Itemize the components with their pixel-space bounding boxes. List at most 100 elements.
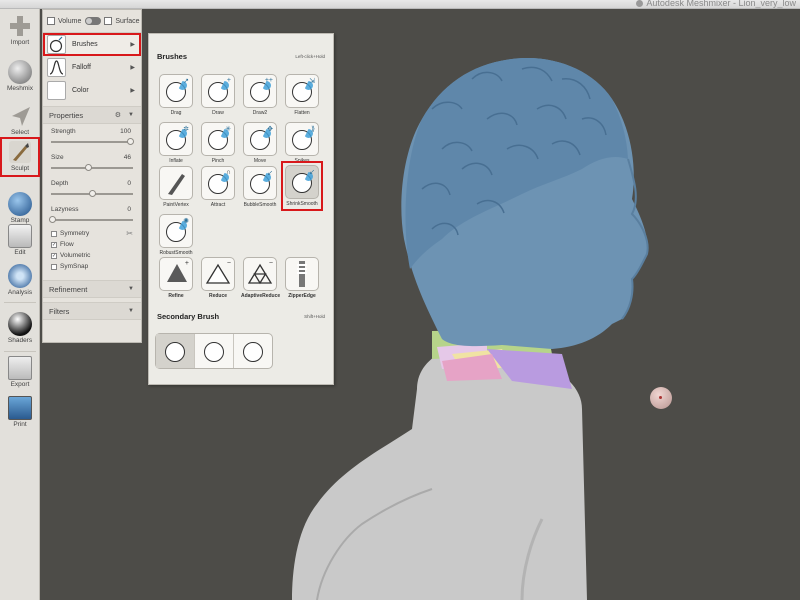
strength-slider[interactable]: Strength 100 (43, 124, 141, 150)
slider-track[interactable] (51, 219, 133, 221)
secondary-brush-shrinksmooth[interactable] (195, 334, 234, 368)
symmetry-label: Symmetry (60, 230, 90, 237)
lazyness-label: Lazyness (51, 206, 79, 213)
brushes-title: Brushes (157, 52, 188, 61)
lazyness-slider[interactable]: Lazyness 0 (43, 202, 141, 228)
pinch-brush-icon: ✳ (201, 122, 235, 156)
brush-robustsmooth[interactable]: ✺ RobustSmooth (157, 214, 195, 262)
brush-label: Drag (170, 110, 182, 116)
toolbar-divider (4, 351, 36, 352)
brush-reduce[interactable]: − Reduce (199, 257, 237, 305)
volume-surface-switch[interactable]: Volume Surface (43, 10, 141, 33)
sculpt-panel: Volume Surface Brushes ▶ Falloff ▶ Color… (42, 9, 142, 343)
volumetric-checkbox[interactable]: ✓ Volumetric (43, 250, 141, 261)
toolbar-print[interactable]: Print (0, 393, 40, 433)
symsnap-checkbox[interactable]: SymSnap (43, 261, 141, 272)
checkbox-box[interactable]: ✓ (51, 241, 57, 248)
chevron-right-icon: ▶ (130, 42, 135, 48)
toolbar-import[interactable]: Import (0, 11, 40, 51)
color-selector[interactable]: Color ▶ (43, 79, 141, 102)
symmetry-checkbox[interactable]: Symmetry ✂ (43, 228, 141, 239)
brush-label: PaintVertex (163, 202, 189, 208)
slider-handle[interactable] (89, 190, 96, 197)
refinement-header[interactable]: Refinement ▼ (43, 280, 141, 298)
robustsmooth-brush-icon (243, 342, 263, 362)
title-bar: Autodesk Meshmixer - Lion_very_low (0, 0, 800, 9)
falloff-label: Falloff (72, 64, 91, 71)
brush-draw[interactable]: + Draw (199, 74, 237, 122)
toolbar-label: Print (13, 421, 27, 428)
toolbar-sculpt[interactable]: Sculpt (0, 137, 40, 177)
plus-icon (8, 14, 32, 38)
toolbar-label: Import (10, 39, 30, 46)
brush-refine[interactable]: + Refine (157, 257, 195, 305)
pin-icon[interactable]: ✂ (126, 229, 133, 238)
analysis-icon (8, 264, 32, 288)
toolbar-label: Shaders (7, 337, 33, 344)
slider-track[interactable] (51, 141, 133, 143)
gear-icon[interactable]: ⚙ (115, 111, 121, 119)
toolbar-export[interactable]: Export (0, 353, 40, 393)
brush-bubblesmooth[interactable]: ↙ BubbleSmooth (241, 166, 279, 214)
shrinksmooth-brush-icon: ↙ (285, 165, 319, 199)
depth-label: Depth (51, 180, 69, 187)
brushes-selector[interactable]: Brushes ▶ (43, 33, 141, 56)
brush-drag[interactable]: ↗ Drag (157, 74, 195, 122)
brushes-label: Brushes (72, 41, 98, 48)
brush-label: Reduce (208, 293, 228, 299)
refine-triangle-icon: + (159, 257, 193, 291)
brush-cursor (650, 387, 672, 409)
chevron-down-icon: ▼ (128, 286, 134, 292)
toolbar-meshmix[interactable]: Meshmix (0, 57, 40, 97)
brush-inflate[interactable]: ✲ Inflate (157, 122, 195, 170)
volumetric-label: Volumetric (60, 252, 91, 259)
falloff-curve-icon (47, 58, 66, 77)
color-label: Color (72, 87, 89, 94)
chevron-right-icon: ▶ (130, 65, 135, 71)
filters-header[interactable]: Filters ▼ (43, 302, 141, 320)
toolbar-label: Edit (14, 249, 26, 256)
flow-checkbox[interactable]: ✓ Flow (43, 239, 141, 250)
checkbox-box[interactable] (51, 230, 57, 237)
brush-paintvertex[interactable]: PaintVertex (157, 166, 195, 214)
main-toolbar: Import Meshmix Select Sculpt Stamp Edit … (0, 9, 40, 600)
properties-label: Properties (49, 110, 84, 120)
brush-pinch[interactable]: ✳ Pinch (199, 122, 237, 170)
brushes-flyout: Brushes Left-click+Hold ↗ Drag + Draw ++ Dr… (148, 33, 334, 385)
move-brush-icon: ✥ (243, 122, 277, 156)
brush-flatten[interactable]: ⇲ Flatten (283, 74, 321, 122)
meshmixer-logo-icon (636, 0, 644, 8)
checkbox-box[interactable] (51, 263, 57, 270)
brush-shrinksmooth[interactable]: ↙ ShrinkSmooth (281, 161, 323, 211)
robustsmooth-brush-icon: ✺ (159, 214, 193, 248)
brush-draw2[interactable]: ++ Draw2 (241, 74, 279, 122)
toolbar-edit[interactable]: Edit (0, 221, 40, 261)
slider-handle[interactable] (85, 164, 92, 171)
strength-value: 100 (120, 128, 131, 135)
brush-adaptivereduce[interactable]: − AdaptiveReduce (241, 257, 280, 305)
toolbar-select[interactable]: Select (0, 101, 40, 141)
volume-label: Volume (58, 17, 82, 25)
size-value: 46 (123, 154, 131, 161)
slider-track[interactable] (51, 167, 133, 169)
draw2-brush-icon: ++ (243, 74, 277, 108)
brush-move[interactable]: ✥ Move (241, 122, 279, 170)
slider-handle[interactable] (127, 138, 134, 145)
brush-attract[interactable]: ∩ Attract (199, 166, 237, 214)
properties-header[interactable]: Properties ⚙ ▼ (43, 106, 141, 124)
toolbar-shaders[interactable]: Shaders (0, 309, 40, 349)
meshmix-icon (8, 60, 32, 84)
toolbar-analysis[interactable]: Analysis (0, 261, 40, 301)
size-slider[interactable]: Size 46 (43, 150, 141, 176)
mode-toggle[interactable] (85, 17, 102, 25)
checkbox-box[interactable]: ✓ (51, 252, 57, 259)
depth-slider[interactable]: Depth 0 (43, 176, 141, 202)
secondary-brush-smooth[interactable] (156, 334, 195, 368)
symsnap-label: SymSnap (60, 263, 89, 270)
slider-handle[interactable] (49, 216, 56, 223)
falloff-selector[interactable]: Falloff ▶ (43, 56, 141, 79)
brush-zipperedge[interactable]: ZipperEdge (283, 257, 321, 305)
select-arrow-icon (8, 104, 32, 128)
secondary-brush-robustsmooth[interactable] (234, 334, 272, 368)
size-label: Size (51, 154, 64, 161)
